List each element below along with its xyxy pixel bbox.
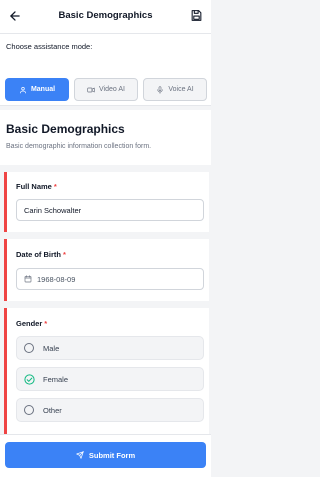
voice-ai-mode-button[interactable]: Voice AI: [143, 78, 207, 101]
full-name-input[interactable]: Carin Schowalter: [16, 199, 204, 221]
user-icon: [19, 86, 26, 93]
video-icon: [87, 87, 95, 92]
form-description: Basic demographic information collection…: [6, 143, 152, 150]
video-ai-mode-button[interactable]: Video AI: [74, 78, 138, 101]
radio-icon: [24, 405, 34, 415]
send-icon: [76, 451, 84, 459]
full-name-card: Full Name * Carin Schowalter: [4, 172, 209, 232]
required-mark: *: [63, 250, 66, 259]
radio-icon: [24, 343, 34, 353]
dob-value: 1968-08-09: [37, 274, 76, 284]
submit-form-label: Submit Form: [88, 450, 136, 460]
gender-option-label: Female: [43, 374, 69, 384]
gender-label-text: Gender: [16, 319, 43, 328]
form-intro: Basic Demographics Basic demographic inf…: [0, 110, 211, 165]
gender-label: Gender *: [16, 319, 47, 328]
dob-input[interactable]: 1968-08-09: [16, 268, 204, 290]
assistance-mode-label: Choose assistance mode:: [6, 42, 93, 51]
manual-mode-button[interactable]: Manual: [5, 78, 69, 101]
app-header: Basic Demographics: [0, 0, 211, 34]
page-title: Basic Demographics: [58, 10, 153, 21]
full-name-label: Full Name *: [16, 182, 57, 191]
dob-card: Date of Birth * 1968-08-09: [4, 239, 209, 301]
mic-icon: [157, 85, 164, 94]
required-mark: *: [53, 182, 57, 191]
check-circle-icon: [24, 373, 35, 385]
gender-option-male[interactable]: Male: [16, 336, 204, 360]
manual-mode-label: Manual: [30, 86, 56, 93]
gender-option-label: Male: [43, 343, 60, 353]
calendar-icon: [24, 275, 32, 283]
submit-form-button[interactable]: Submit Form: [5, 442, 206, 468]
gender-card: Gender * Male Female Other: [4, 308, 209, 434]
dob-label-text: Date of Birth: [16, 250, 61, 259]
dob-label: Date of Birth *: [16, 250, 66, 259]
assistance-mode-panel: Choose assistance mode: Manual Video AI …: [0, 34, 211, 106]
video-ai-mode-label: Video AI: [99, 86, 125, 93]
save-icon[interactable]: [190, 9, 203, 22]
form-title: Basic Demographics: [6, 122, 125, 136]
required-mark: *: [44, 319, 48, 328]
gender-option-female[interactable]: Female: [16, 367, 204, 391]
gender-option-other[interactable]: Other: [16, 398, 204, 422]
full-name-label-text: Full Name: [16, 182, 52, 191]
gender-option-label: Other: [43, 405, 62, 415]
voice-ai-mode-label: Voice AI: [168, 86, 194, 93]
